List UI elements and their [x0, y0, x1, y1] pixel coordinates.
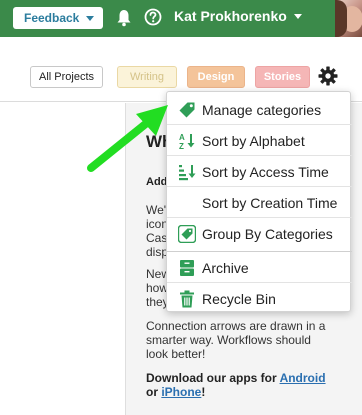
help-icon[interactable]: [144, 8, 162, 26]
panel-line: smarter way. Workflows should: [146, 333, 311, 347]
menu-item-label: Group By Categories: [202, 225, 333, 242]
menu-item-sort-creation-time[interactable]: Sort by Creation Time: [167, 187, 352, 218]
panel-line: look better!: [146, 347, 206, 361]
category-stories-button[interactable]: Stories: [255, 66, 310, 88]
menu-item-label: Manage categories: [202, 101, 322, 118]
panel-paragraph: We' icon Cas disp: [146, 203, 168, 259]
top-navbar: Feedback Kat Prokhorenko: [0, 0, 362, 37]
iphone-link[interactable]: iPhone: [161, 385, 201, 399]
download-apps-text: Download our apps for Android or iPhone!: [146, 371, 326, 399]
menu-item-recycle-bin[interactable]: Recycle Bin: [167, 283, 352, 314]
all-projects-button[interactable]: All Projects: [30, 66, 103, 88]
gear-icon[interactable]: [318, 66, 338, 86]
feedback-label: Feedback: [24, 11, 80, 25]
trash-icon: [180, 290, 194, 307]
menu-item-label: Recycle Bin: [202, 290, 276, 307]
panel-line: disp: [146, 245, 169, 259]
apps-prefix: Download our apps for: [146, 371, 277, 385]
panel-line: We': [146, 203, 167, 217]
panel-line: icon: [146, 217, 169, 231]
avatar[interactable]: [335, 0, 362, 37]
archive-icon: [180, 259, 194, 276]
menu-item-archive[interactable]: Archive: [167, 252, 352, 283]
feedback-button[interactable]: Feedback: [13, 7, 103, 29]
user-menu[interactable]: Kat Prokhorenko: [174, 8, 302, 24]
group-tag-icon: [178, 224, 196, 243]
apps-or: or: [146, 385, 158, 399]
settings-dropdown-menu: Manage categories A Z Sort by Alphabet S…: [166, 91, 352, 314]
menu-item-label: Sort by Creation Time: [202, 194, 338, 211]
category-writing-button[interactable]: Writing: [117, 66, 177, 88]
menu-item-label: Archive: [202, 259, 249, 276]
panel-paragraph: Connection arrows are drawn in a smarter…: [146, 319, 325, 361]
panel-line: Cas: [146, 231, 168, 245]
menu-item-manage-categories[interactable]: Manage categories: [167, 94, 352, 125]
bell-icon[interactable]: [116, 9, 132, 27]
menu-item-group-by-categories[interactable]: Group By Categories: [167, 218, 352, 249]
user-name: Kat Prokhorenko: [174, 8, 287, 24]
apps-suffix: !: [201, 385, 206, 399]
chevron-down-icon: [86, 15, 95, 21]
menu-item-label: Sort by Access Time: [202, 163, 329, 180]
annotation-arrow-icon: [87, 105, 168, 172]
android-link[interactable]: Android: [280, 371, 326, 385]
menu-item-sort-alphabet[interactable]: A Z Sort by Alphabet: [167, 125, 352, 156]
chevron-down-icon: [293, 13, 302, 19]
panel-heading: Add: [146, 176, 168, 188]
category-design-button[interactable]: Design: [187, 66, 245, 88]
menu-item-sort-access-time[interactable]: Sort by Access Time: [167, 156, 352, 187]
panel-line: Connection arrows are drawn in a: [146, 319, 326, 333]
menu-item-label: Sort by Alphabet: [202, 132, 305, 149]
